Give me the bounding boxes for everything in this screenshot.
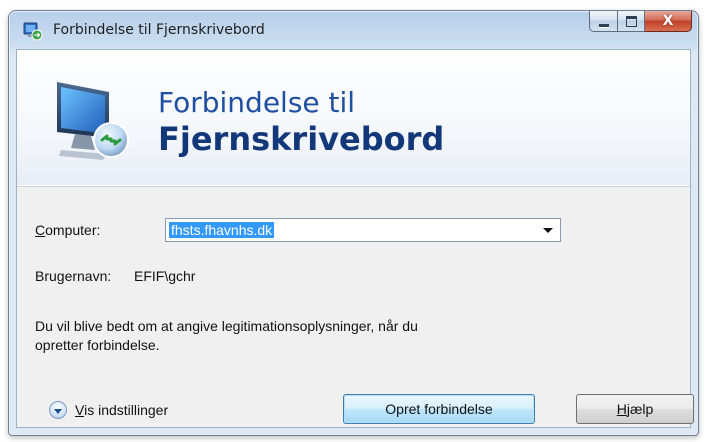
computer-input-value[interactable]: fhsts.fhavnhs.dk [169, 222, 275, 238]
computer-label-accelerator: C [35, 222, 46, 238]
minimize-button[interactable] [589, 11, 618, 32]
expand-circle-icon [49, 401, 67, 419]
banner-title-line1: Forbindelse til [158, 86, 356, 119]
header-banner: Forbindelse til Fjernskrivebord [17, 50, 690, 187]
username-value: EFIF\gchr [134, 268, 196, 284]
maximize-button[interactable] [618, 11, 645, 32]
info-text-line2: opretter forbindelse. [35, 337, 160, 353]
title-bar[interactable]: Forbindelse til Fjernskrivebord X [9, 11, 698, 49]
help-accelerator: H [616, 401, 627, 417]
dialog-client-area: Forbindelse til Fjernskrivebord Computer… [16, 49, 694, 428]
help-button[interactable]: Hjælp [576, 394, 694, 424]
caption-buttons: X [589, 11, 692, 33]
show-options-accelerator: V [75, 402, 85, 418]
remote-desktop-monitor-icon [57, 82, 129, 160]
connect-button[interactable]: Opret forbindelse [343, 394, 535, 424]
remote-desktop-icon [23, 22, 43, 41]
username-label: Brugernavn: [35, 268, 112, 284]
close-icon: X [662, 13, 674, 29]
window-title: Forbindelse til Fjernskrivebord [53, 22, 265, 38]
maximize-icon [625, 15, 637, 27]
chevron-down-icon [54, 408, 62, 414]
computer-combobox[interactable]: fhsts.fhavnhs.dk [165, 218, 561, 242]
info-text-line1: Du vil blive bedt om at angive legitimat… [35, 318, 418, 334]
show-options-label: Vis indstillinger [75, 402, 168, 418]
rdp-window: Forbindelse til Fjernskrivebord X Forbin… [8, 10, 699, 436]
help-button-text: jælp [626, 401, 654, 417]
show-options-text: is indstillinger [84, 402, 169, 418]
minimize-icon [598, 23, 609, 27]
banner-title-line2: Fjernskrivebord [158, 120, 445, 158]
show-options-button[interactable]: Vis indstillinger [49, 401, 168, 419]
combobox-dropdown-button[interactable] [540, 219, 556, 241]
computer-label: Computer: [35, 222, 100, 238]
chevron-down-icon [543, 227, 553, 233]
close-button[interactable]: X [645, 11, 692, 32]
computer-label-text: omputer: [45, 222, 101, 238]
